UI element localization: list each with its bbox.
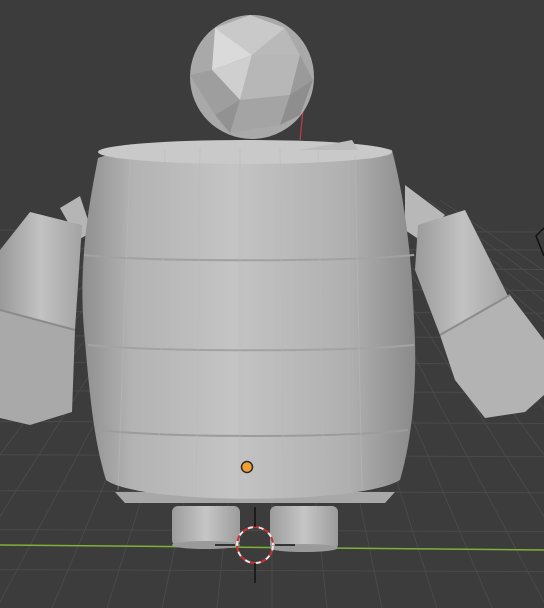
right-arm[interactable] [405,185,544,418]
left-leg[interactable] [172,506,240,546]
3d-viewport[interactable] [0,0,544,608]
barrel-body[interactable] [82,140,416,500]
viewport-scene[interactable] [0,0,544,608]
icosphere-head[interactable] [190,15,314,139]
right-leg[interactable] [270,506,338,550]
origin-point-icon[interactable] [240,460,254,474]
